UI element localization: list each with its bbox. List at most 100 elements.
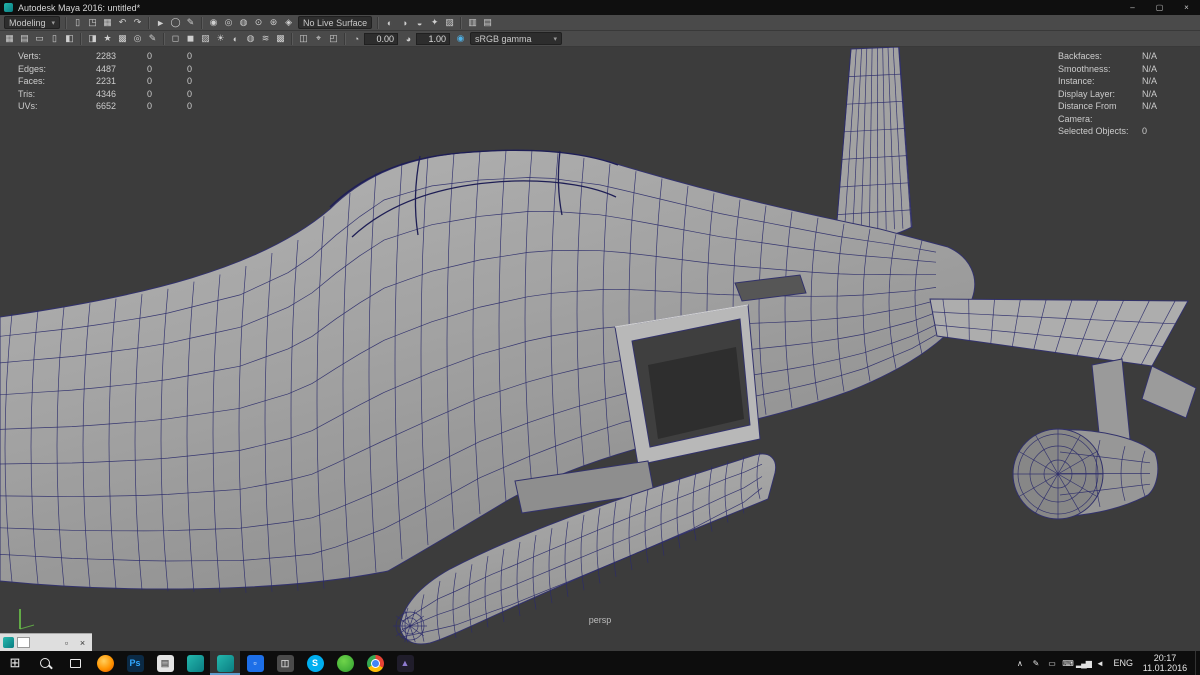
view-transform-selector[interactable]: sRGB gamma ▾ xyxy=(470,32,562,45)
screen-space-ao-icon[interactable]: ◍ xyxy=(243,32,258,46)
paint-select-icon[interactable]: ✎ xyxy=(183,16,198,30)
isolate-select-icon[interactable]: ◰ xyxy=(326,32,341,46)
panel-restore-button[interactable]: ▫ xyxy=(60,636,73,650)
motion-blur-icon[interactable]: ≋ xyxy=(258,32,273,46)
gamma-icon[interactable]: ◕ xyxy=(401,32,416,46)
smooth-shade-icon[interactable]: ◼ xyxy=(183,32,198,46)
taskbar-maya-active-icon[interactable] xyxy=(210,651,240,675)
select-tool-icon[interactable]: ► xyxy=(153,16,168,30)
display-icons-group: ▦ ▤ ▭ ▯ ◧ xyxy=(2,32,77,46)
bookmarks-icon[interactable]: ★ xyxy=(100,32,115,46)
taskbar-chrome-icon[interactable] xyxy=(360,651,390,675)
resolution-gate-icon[interactable]: ▯ xyxy=(47,32,62,46)
exposure-input[interactable]: 0.00 xyxy=(364,32,398,45)
chevron-down-icon: ▾ xyxy=(51,19,56,27)
toggle-panel-menus-icon[interactable]: ▥ xyxy=(465,16,480,30)
toggle-toolbox-icon[interactable]: ▤ xyxy=(480,16,495,30)
camera-icons-group: ◨ ★ ▩ ◎ ✎ xyxy=(85,32,160,46)
file-icons-group: ▯ ◳ ▦ xyxy=(70,16,115,30)
status-line: Modeling ▾ ▯ ◳ ▦ ↶ ↷ ► ◯ ✎ ◉ ◎ ◍ ⊙ ⊛ ◈ No Live Sur… xyxy=(0,15,1200,31)
heads-up-display-icon[interactable]: ▤ xyxy=(17,32,32,46)
anti-aliasing-icon[interactable]: ▩ xyxy=(273,32,288,46)
live-surface-field[interactable]: No Live Surface xyxy=(298,16,373,29)
lasso-select-icon[interactable]: ◯ xyxy=(168,16,183,30)
wing-flap[interactable] xyxy=(1141,365,1197,419)
xray-joints-icon[interactable]: ⌖ xyxy=(311,32,326,46)
make-object-live-icon[interactable]: ◈ xyxy=(281,16,296,30)
render-current-frame-icon[interactable]: ◑ xyxy=(397,16,412,30)
exposure-icon[interactable]: ◔ xyxy=(349,32,364,46)
pan-zoom-icon[interactable]: ◎ xyxy=(130,32,145,46)
shadows-icon[interactable]: ◐ xyxy=(228,32,243,46)
snap-to-view-plane-icon[interactable]: ⊛ xyxy=(266,16,281,30)
object-detail-row: Backfaces: N/A xyxy=(1058,51,1158,61)
aircraft-fuselage[interactable] xyxy=(0,149,976,590)
taskbar-skype-icon[interactable]: S xyxy=(300,651,330,675)
search-button[interactable] xyxy=(30,651,60,675)
pod-pylon[interactable] xyxy=(1091,358,1131,444)
taskbar-3dsmax-icon[interactable]: ▤ xyxy=(150,651,180,675)
taskbar-photoshop-icon[interactable]: Ps xyxy=(120,651,150,675)
panel-toolbar: ▦ ▤ ▭ ▯ ◧ ◨ ★ ▩ ◎ ✎ ◻ ◼ ▨ ☀ ◐ ◍ ≋ ▩ ◫ ⌖ ◰ ◔ 0.00 ◕ 1.00 ◉… xyxy=(0,31,1200,47)
air-intake[interactable] xyxy=(614,304,761,466)
separator xyxy=(291,32,293,45)
separator xyxy=(80,32,82,45)
use-all-lights-icon[interactable]: ☀ xyxy=(213,32,228,46)
start-button[interactable]: ⊞ xyxy=(0,651,30,675)
film-gate-icon[interactable]: ▭ xyxy=(32,32,47,46)
tray-pen-icon[interactable]: ✎ xyxy=(1027,651,1043,675)
snap-to-point-icon[interactable]: ◍ xyxy=(236,16,251,30)
grid-toggle-icon[interactable]: ▦ xyxy=(2,32,17,46)
taskbar-green-app-icon[interactable] xyxy=(330,651,360,675)
taskbar-maya-icon[interactable] xyxy=(180,651,210,675)
hidden-icons-chevron[interactable]: ∧ xyxy=(1011,651,1027,675)
render-setup-icon[interactable]: ▨ xyxy=(442,16,457,30)
open-scene-icon[interactable]: ◳ xyxy=(85,16,100,30)
redo-icon[interactable]: ↷ xyxy=(130,16,145,30)
gamma-input[interactable]: 1.00 xyxy=(416,32,450,45)
image-plane-icon[interactable]: ▩ xyxy=(115,32,130,46)
poly-count-row: Faces: 2231 0 0 xyxy=(18,76,192,86)
separator xyxy=(148,16,151,29)
close-button[interactable]: × xyxy=(1173,0,1200,15)
grease-pencil-icon[interactable]: ✎ xyxy=(145,32,160,46)
tray-keyboard-icon[interactable]: ⌨ xyxy=(1059,651,1075,675)
tray-network-icon[interactable]: ▂▄▆ xyxy=(1075,651,1092,675)
render-settings-icon[interactable]: ✦ xyxy=(427,16,442,30)
open-render-view-icon[interactable]: ◐ xyxy=(382,16,397,30)
selection-icons-group: ► ◯ ✎ xyxy=(153,16,198,30)
floating-panel-titlebar[interactable]: ▫ × xyxy=(0,633,92,651)
tray-battery-icon[interactable]: ▭ xyxy=(1043,651,1059,675)
color-management-icon[interactable]: ◉ xyxy=(453,32,468,46)
perspective-viewport[interactable]: Verts: 2283 0 0 Edges: 4487 0 0 Faces: 2… xyxy=(0,47,1200,651)
minimize-button[interactable]: – xyxy=(1119,0,1146,15)
task-view-button[interactable] xyxy=(60,651,90,675)
new-scene-icon[interactable]: ▯ xyxy=(70,16,85,30)
snap-to-grid-icon[interactable]: ◉ xyxy=(206,16,221,30)
snap-to-curve-icon[interactable]: ◎ xyxy=(221,16,236,30)
taskbar-firefox-icon[interactable] xyxy=(90,651,120,675)
show-desktop-button[interactable] xyxy=(1195,651,1200,675)
poly-count-row: Tris: 4346 0 0 xyxy=(18,88,192,99)
taskbar-photos-icon[interactable]: ▲ xyxy=(390,651,420,675)
taskbar-save-tool-icon[interactable]: ▫ xyxy=(240,651,270,675)
snap-to-projected-center-icon[interactable]: ⊙ xyxy=(251,16,266,30)
tray-volume-icon[interactable]: ◄ xyxy=(1091,651,1107,675)
textured-display-icon[interactable]: ▨ xyxy=(198,32,213,46)
undo-icon[interactable]: ↶ xyxy=(115,16,130,30)
ipr-render-icon[interactable]: ◒ xyxy=(412,16,427,30)
wireframe-display-icon[interactable]: ◻ xyxy=(168,32,183,46)
taskbar-explorer-icon[interactable]: ◫ xyxy=(270,651,300,675)
xray-display-icon[interactable]: ◫ xyxy=(296,32,311,46)
viewport-canvas[interactable] xyxy=(0,47,1200,651)
maximize-button[interactable]: ▢ xyxy=(1146,0,1173,15)
clock-date: 11.01.2016 xyxy=(1142,663,1188,673)
camera-attributes-icon[interactable]: ◨ xyxy=(85,32,100,46)
save-scene-icon[interactable]: ▦ xyxy=(100,16,115,30)
poly-count-row: Verts: 2283 0 0 xyxy=(18,51,192,61)
taskbar-clock[interactable]: 20:17 11.01.2016 xyxy=(1139,653,1195,673)
panel-close-button[interactable]: × xyxy=(76,636,89,650)
language-indicator[interactable]: ENG xyxy=(1107,658,1139,668)
menu-set-selector[interactable]: Modeling ▾ xyxy=(4,16,61,29)
gate-mask-icon[interactable]: ◧ xyxy=(62,32,77,46)
